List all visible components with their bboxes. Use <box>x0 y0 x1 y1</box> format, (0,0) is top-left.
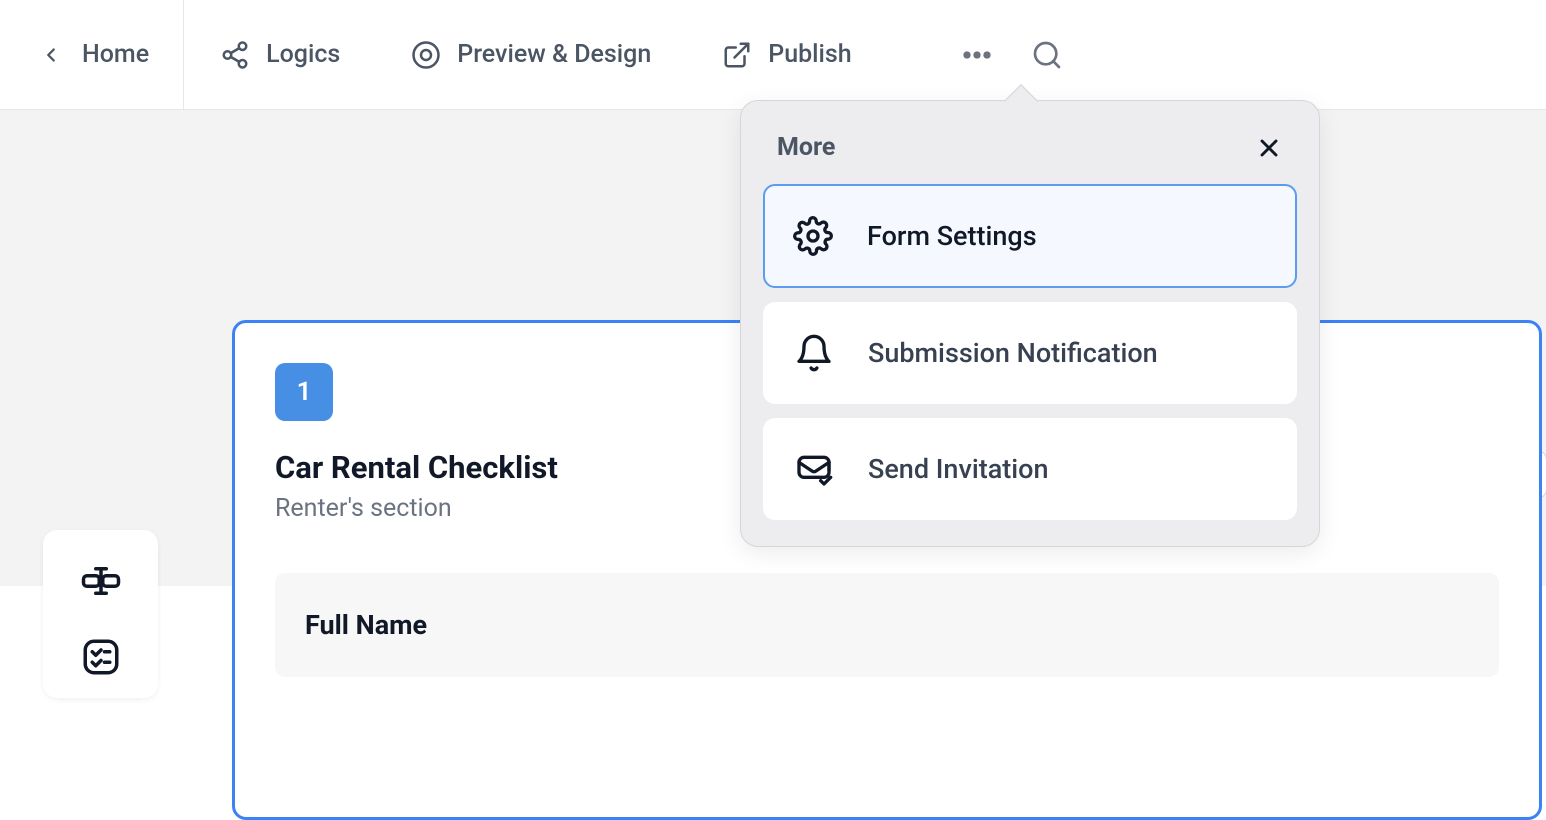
nav-logics[interactable]: Logics <box>184 0 375 109</box>
nav-item-label: Logics <box>266 40 340 69</box>
nav-item-label: Preview & Design <box>457 40 651 69</box>
target-icon <box>409 38 443 72</box>
popover-item-label: Send Invitation <box>868 453 1048 485</box>
nav-right <box>957 35 1067 75</box>
field-label: Full Name <box>305 609 1469 641</box>
text-input-icon[interactable] <box>80 560 122 602</box>
popover-item-form-settings[interactable]: Form Settings <box>763 184 1297 288</box>
external-link-icon <box>720 38 754 72</box>
popover-title: More <box>777 133 835 162</box>
popover-item-submission-notification[interactable]: Submission Notification <box>763 302 1297 404</box>
nav-home[interactable]: Home <box>0 0 184 109</box>
popover-item-label: Submission Notification <box>868 337 1158 369</box>
section-number-badge: 1 <box>275 363 333 421</box>
search-icon[interactable] <box>1027 35 1067 75</box>
more-popover: More Form Settings Submission Notificati… <box>740 100 1320 547</box>
nav-publish[interactable]: Publish <box>686 0 886 109</box>
more-icon[interactable] <box>957 35 997 75</box>
nav-item-label: Publish <box>768 40 851 69</box>
chevron-left-icon <box>34 38 68 72</box>
field-card[interactable]: Full Name <box>275 573 1499 677</box>
popover-item-send-invitation[interactable]: Send Invitation <box>763 418 1297 520</box>
nav-home-label: Home <box>82 40 149 69</box>
close-icon[interactable] <box>1255 134 1283 162</box>
checklist-icon[interactable] <box>80 636 122 678</box>
left-toolbar <box>43 530 158 698</box>
section-number: 1 <box>297 377 312 407</box>
gear-icon <box>793 216 833 256</box>
envelope-edit-icon <box>794 449 834 489</box>
popover-header: More <box>763 125 1297 182</box>
bell-icon <box>794 333 834 373</box>
nav-preview-design[interactable]: Preview & Design <box>375 0 686 109</box>
top-nav: Home Logics Preview & Design Publish <box>0 0 1546 110</box>
share-icon <box>218 38 252 72</box>
popover-item-label: Form Settings <box>867 220 1037 252</box>
